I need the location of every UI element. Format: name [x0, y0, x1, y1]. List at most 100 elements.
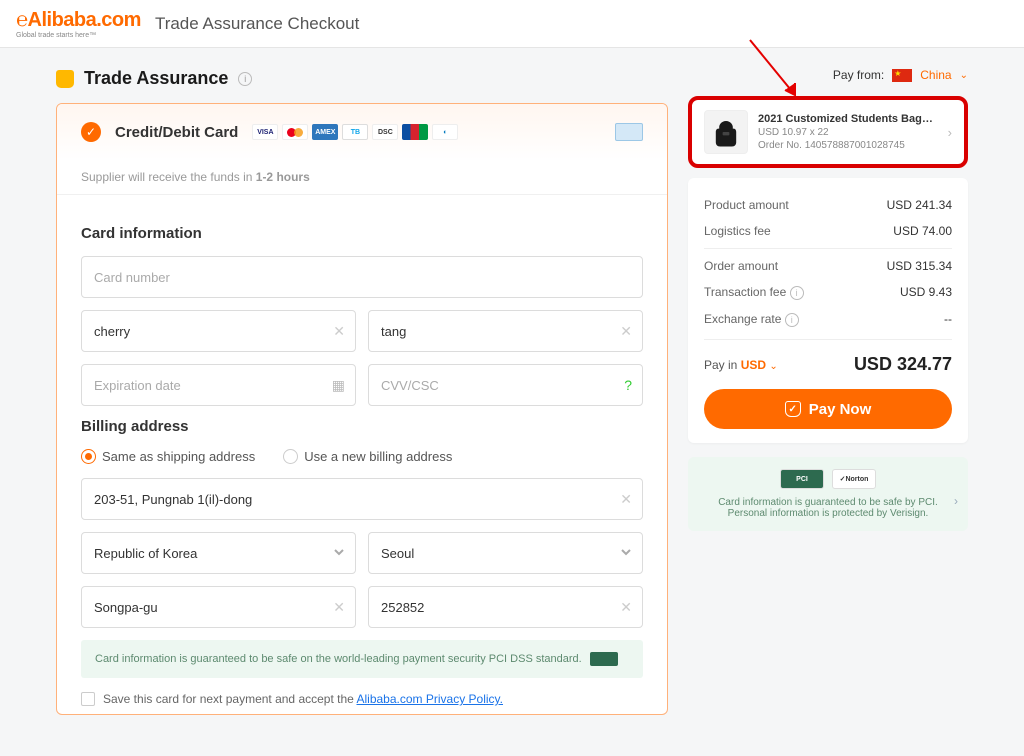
- diners-icon: ◐: [432, 124, 458, 140]
- order-number: Order No. 140578887001028745: [758, 140, 938, 151]
- top-bar: ℮Alibaba.com Global trade starts here™ T…: [0, 0, 1024, 48]
- security-text-a: Card information is guaranteed to be saf…: [700, 497, 956, 508]
- product-thumbnail: [704, 110, 748, 154]
- discover-icon: DSC: [372, 124, 398, 140]
- info-icon[interactable]: i: [785, 313, 799, 327]
- pci-notice-text: Card information is guaranteed to be saf…: [95, 653, 582, 665]
- help-icon[interactable]: ?: [624, 377, 632, 393]
- privacy-policy-link[interactable]: Alibaba.com Privacy Policy.: [356, 692, 503, 706]
- card-brand-icons: VISA AMEX TB DSC ◐: [252, 124, 458, 140]
- clear-icon[interactable]: ✕: [333, 323, 345, 340]
- amex-icon: AMEX: [312, 124, 338, 140]
- tb-icon: TB: [342, 124, 368, 140]
- info-icon[interactable]: i: [790, 286, 804, 300]
- funds-note: Supplier will receive the funds in 1-2 h…: [57, 160, 667, 195]
- postal-input[interactable]: [381, 600, 630, 615]
- pay-now-button[interactable]: ✓ Pay Now: [704, 389, 952, 429]
- address-field[interactable]: ✕: [81, 478, 643, 520]
- same-address-label: Same as shipping address: [102, 449, 255, 464]
- district-input[interactable]: [94, 600, 343, 615]
- tx-fee-value: USD 9.43: [900, 285, 952, 300]
- order-total: USD 324.77: [854, 354, 952, 375]
- save-card-checkbox[interactable]: [81, 692, 95, 706]
- pay-now-label: Pay Now: [809, 401, 872, 418]
- city-field[interactable]: [368, 532, 643, 574]
- expiration-input[interactable]: [94, 378, 343, 393]
- logo-text: ℮Alibaba.com: [16, 9, 141, 32]
- page-title: Trade Assurance Checkout: [155, 14, 359, 34]
- card-info-title: Card information: [81, 225, 643, 242]
- payment-card: ✓ Credit/Debit Card VISA AMEX TB DSC ◐ S…: [56, 103, 668, 715]
- clear-icon[interactable]: ✕: [620, 599, 632, 616]
- pci-notice: Card information is guaranteed to be saf…: [81, 640, 643, 678]
- cvv-field[interactable]: ?: [368, 364, 643, 406]
- pay-in-currency[interactable]: Pay in USD ⌄: [704, 358, 778, 372]
- security-text-b: Personal information is protected by Ver…: [700, 508, 956, 519]
- logistics-value: USD 74.00: [893, 224, 952, 238]
- order-amount-label: Order amount: [704, 259, 778, 273]
- product-unit-price: USD 10.97 x 22: [758, 127, 938, 138]
- pci-badge-icon: [590, 652, 618, 666]
- postal-field[interactable]: ✕: [368, 586, 643, 628]
- clear-icon[interactable]: ✕: [620, 323, 632, 340]
- radio-empty-icon: [283, 449, 298, 464]
- first-name-field[interactable]: ✕: [81, 310, 356, 352]
- district-field[interactable]: ✕: [81, 586, 356, 628]
- pay-from-country: China: [920, 68, 951, 82]
- shield-icon: [56, 70, 74, 88]
- order-amount-value: USD 315.34: [887, 259, 952, 273]
- chevron-down-icon: ⌄: [769, 361, 777, 372]
- clear-icon[interactable]: ✕: [620, 491, 632, 508]
- norton-badge-icon: ✓Norton: [832, 469, 876, 489]
- chevron-down-icon: [333, 545, 345, 561]
- tx-fee-label: Transaction fee i: [704, 285, 804, 300]
- chevron-right-icon: ›: [948, 125, 952, 140]
- heading-text: Trade Assurance: [84, 68, 228, 89]
- fx-value: --: [944, 312, 952, 327]
- radio-selected-icon: [81, 449, 96, 464]
- new-address-radio[interactable]: Use a new billing address: [283, 449, 452, 464]
- save-card-row: Save this card for next payment and acce…: [81, 692, 643, 706]
- visa-icon: VISA: [252, 124, 278, 140]
- credit-card-icon: [615, 123, 643, 141]
- clear-icon[interactable]: ✕: [333, 599, 345, 616]
- first-name-input[interactable]: [94, 324, 343, 339]
- shield-icon: ✓: [785, 401, 801, 417]
- alibaba-logo[interactable]: ℮Alibaba.com Global trade starts here™: [16, 9, 141, 39]
- card-number-input[interactable]: [94, 270, 630, 285]
- order-summary: Product amountUSD 241.34 Logistics feeUS…: [688, 178, 968, 443]
- product-amount-label: Product amount: [704, 198, 789, 212]
- chevron-down-icon: ⌄: [960, 70, 968, 81]
- city-input[interactable]: [381, 546, 630, 561]
- expiration-field[interactable]: ▦: [81, 364, 356, 406]
- china-flag-icon: [892, 69, 912, 82]
- logistics-label: Logistics fee: [704, 224, 771, 238]
- cvv-input[interactable]: [381, 378, 630, 393]
- country-field[interactable]: [81, 532, 356, 574]
- same-address-radio[interactable]: Same as shipping address: [81, 449, 255, 464]
- order-product-card[interactable]: 2021 Customized Students Bags ... USD 10…: [688, 96, 968, 168]
- fx-label: Exchange rate i: [704, 312, 799, 327]
- security-box[interactable]: PCI ✓Norton Card information is guarante…: [688, 457, 968, 531]
- payment-method-row[interactable]: ✓ Credit/Debit Card VISA AMEX TB DSC ◐: [57, 104, 667, 160]
- last-name-field[interactable]: ✕: [368, 310, 643, 352]
- chevron-right-icon: ›: [954, 494, 958, 508]
- mastercard-icon: [282, 124, 308, 140]
- last-name-input[interactable]: [381, 324, 630, 339]
- pay-from[interactable]: Pay from: China ⌄: [688, 68, 968, 82]
- pci-badge-icon: PCI: [780, 469, 824, 489]
- calendar-icon[interactable]: ▦: [332, 377, 345, 394]
- pay-from-label: Pay from:: [833, 68, 884, 82]
- jcb-icon: [402, 124, 428, 140]
- chevron-down-icon: [620, 545, 632, 561]
- info-icon[interactable]: i: [238, 72, 252, 86]
- country-input[interactable]: [94, 546, 343, 561]
- payment-method-label: Credit/Debit Card: [115, 124, 238, 141]
- check-icon: ✓: [81, 122, 101, 142]
- billing-title: Billing address: [81, 418, 643, 435]
- product-name: 2021 Customized Students Bags ...: [758, 113, 938, 125]
- card-number-field[interactable]: [81, 256, 643, 298]
- trade-assurance-heading: Trade Assurance i: [56, 68, 252, 89]
- address-input[interactable]: [94, 492, 630, 507]
- logo-tagline: Global trade starts here™: [16, 32, 141, 39]
